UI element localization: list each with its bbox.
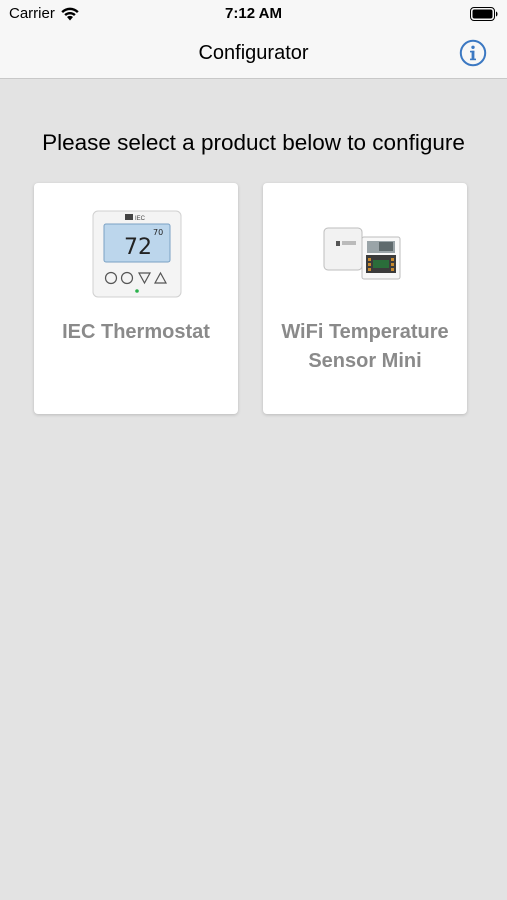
product-label: WiFi Temperature Sensor Mini <box>281 321 449 372</box>
thermostat-image: IEC 72 70 <box>92 210 182 298</box>
navigation-bar: Configurator <box>0 30 507 79</box>
product-card-iec-thermostat[interactable]: IEC 72 70 IEC Thermostat <box>34 183 238 414</box>
status-time: 7:12 AM <box>225 5 282 22</box>
battery-icon <box>470 7 498 21</box>
wifi-sensor-image <box>323 227 401 280</box>
instruction-text: Please select a product below to configu… <box>42 130 465 155</box>
product-label: IEC Thermostat <box>62 321 210 343</box>
status-bar: Carrier 7:12 AM <box>0 0 507 30</box>
page-title: Configurator <box>198 42 309 64</box>
thermostat-display-setpoint: 70 <box>153 228 163 237</box>
svg-text:IEC: IEC <box>135 216 146 222</box>
thermostat-display-reading: 72 <box>124 235 152 260</box>
product-card-wifi-sensor-mini[interactable]: WiFi Temperature Sensor Mini <box>263 183 467 414</box>
info-icon[interactable] <box>459 39 487 67</box>
